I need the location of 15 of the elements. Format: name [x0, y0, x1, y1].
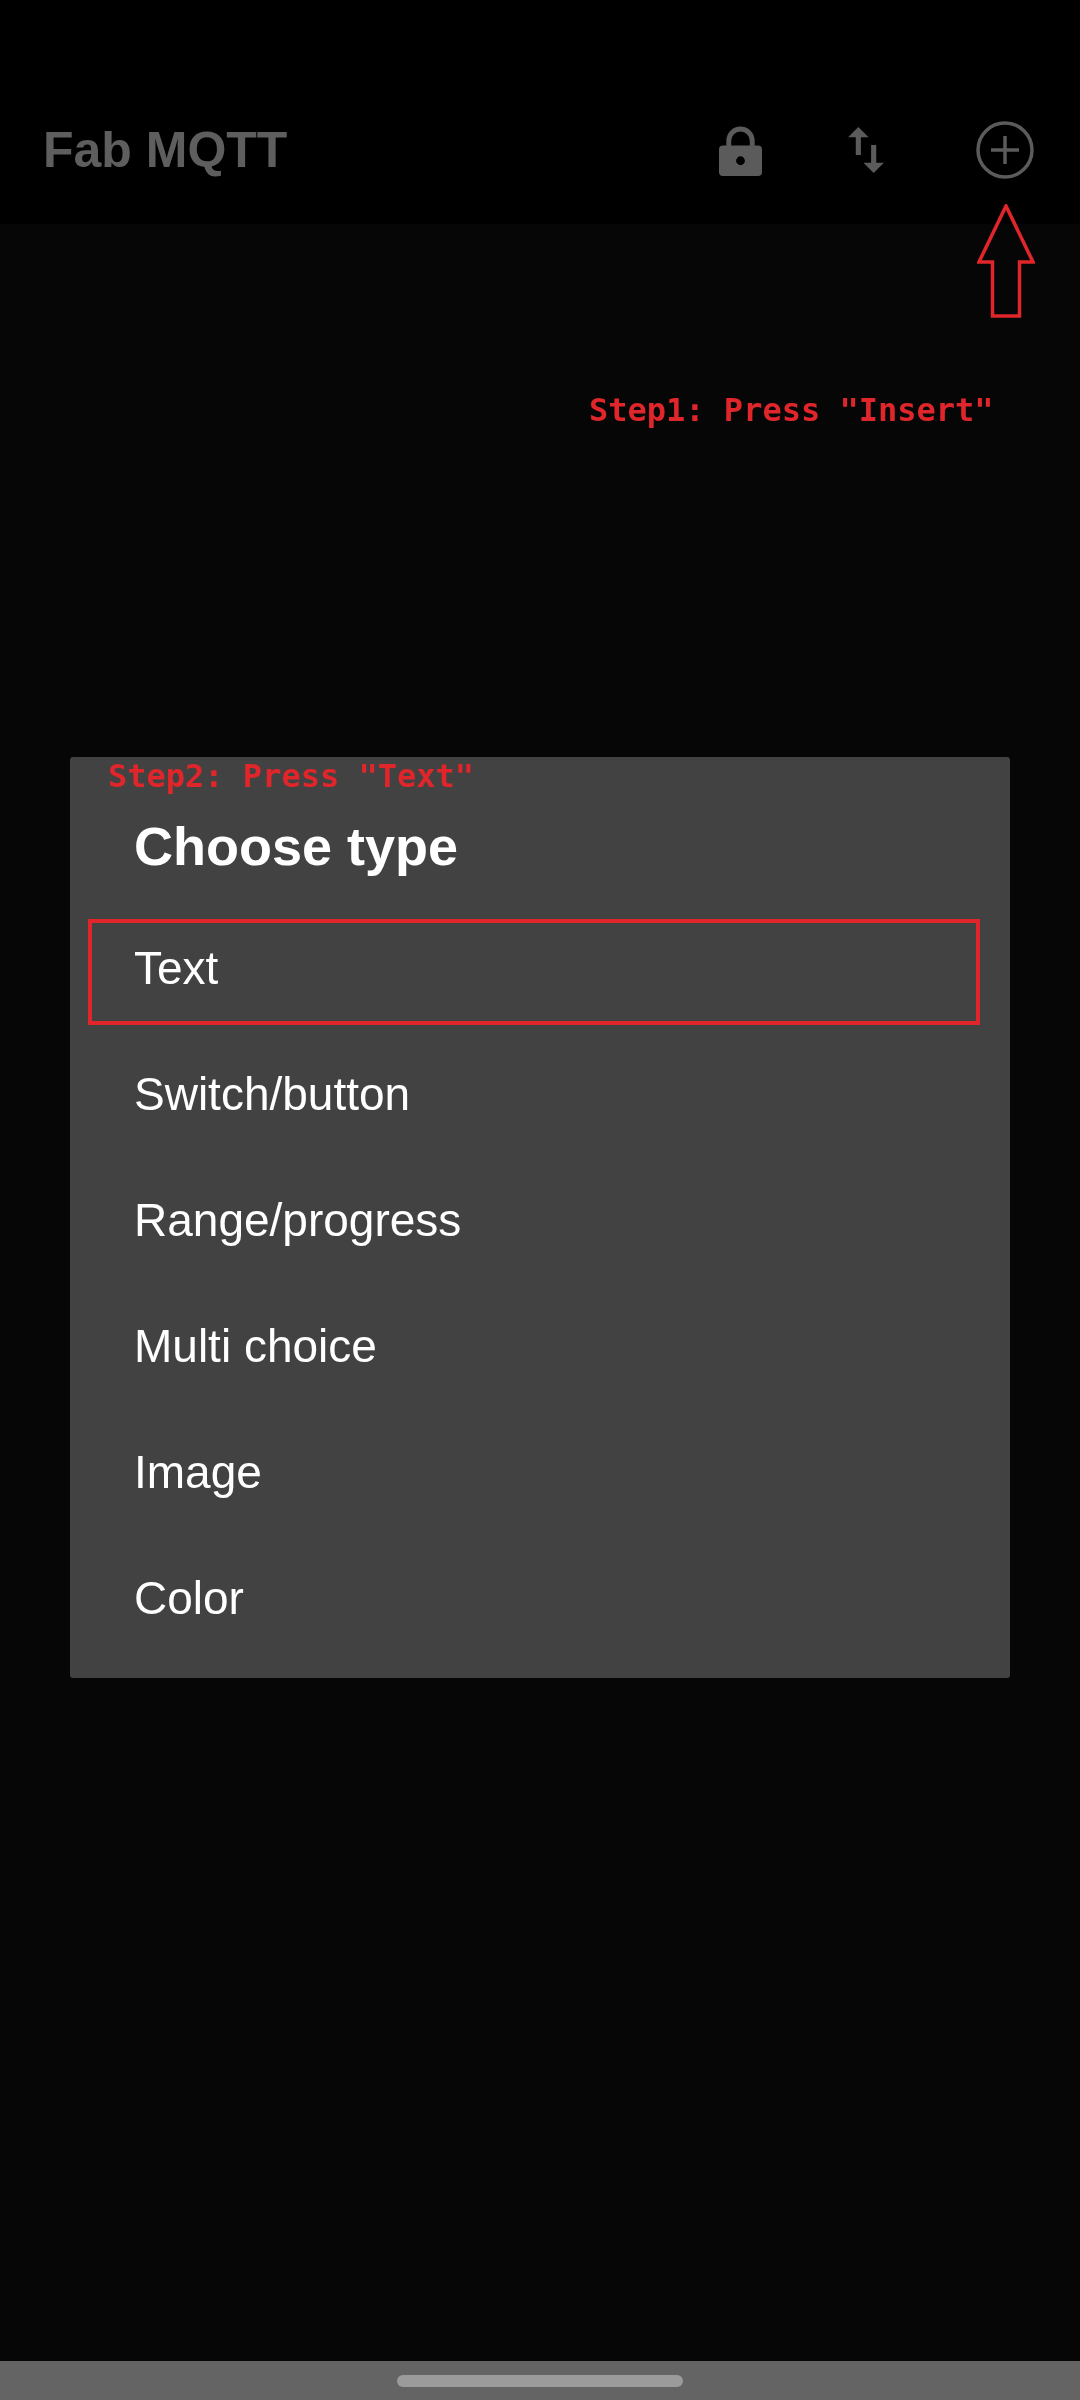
dialog-title: Choose type [134, 815, 459, 878]
lock-icon[interactable] [719, 124, 762, 176]
list-item[interactable]: Text [88, 919, 980, 1025]
gesture-handle[interactable] [397, 2375, 683, 2387]
up-arrow-icon [977, 204, 1035, 318]
annotation-text: Step2: Press "Text" [108, 760, 475, 792]
annotation-text: Step1: Press "Insert" [589, 394, 994, 426]
list-item[interactable]: Image [88, 1423, 980, 1529]
list-item[interactable]: Color [88, 1549, 980, 1655]
add-icon[interactable] [976, 121, 1034, 179]
swap-arrows-icon[interactable] [847, 127, 885, 173]
list-item[interactable]: Multi choice [88, 1297, 980, 1403]
list-item[interactable]: Switch/button [88, 1045, 980, 1151]
list-item[interactable]: Range/progress [88, 1171, 980, 1277]
app-title: Fab MQTT [43, 121, 288, 179]
